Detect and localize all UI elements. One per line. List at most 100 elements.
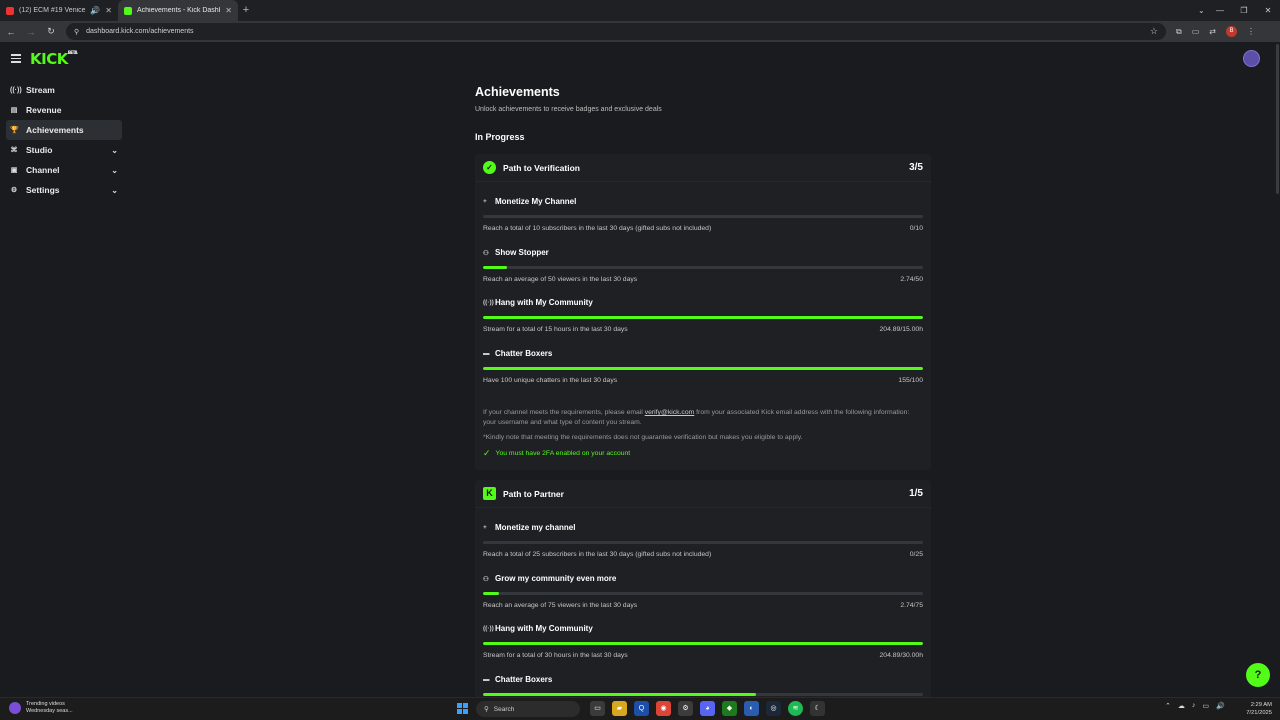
chevron-down-icon[interactable]: ⌄ bbox=[111, 186, 118, 195]
sidebar-item-label: Achievements bbox=[26, 125, 84, 135]
task-value: 155/100 bbox=[898, 377, 923, 384]
spotify-icon[interactable]: ≋ bbox=[788, 701, 803, 716]
chevron-down-icon[interactable]: ⌄ bbox=[111, 166, 118, 175]
progress-track bbox=[483, 266, 923, 269]
app-icon[interactable]: ⚙ bbox=[678, 701, 693, 716]
windows-start-icon[interactable] bbox=[457, 703, 468, 714]
windows-taskbar: Trending videos Wednesday seas... ⚲ Searc… bbox=[0, 697, 1280, 720]
achievement-task: ⚇ Show Stopper Reach an average of 50 vie… bbox=[483, 248, 923, 283]
note-text: If your channel meets the requirements, … bbox=[483, 409, 645, 416]
sidebar-item-label: Studio bbox=[26, 145, 53, 155]
speaker-icon[interactable]: 🔊 bbox=[90, 6, 100, 15]
card-header: K Path to Partner 1/5 bbox=[475, 480, 931, 508]
progress-track bbox=[483, 367, 923, 370]
task-title: Monetize my channel bbox=[495, 523, 576, 532]
window-controls: — ❐ ✕ bbox=[1208, 0, 1280, 21]
task-description: Reach an average of 50 viewers in the la… bbox=[483, 276, 638, 283]
requirement-text: You must have 2FA enabled on your accoun… bbox=[495, 450, 631, 457]
profile-avatar[interactable]: B bbox=[1225, 26, 1237, 37]
search-icon: ⚲ bbox=[484, 706, 489, 713]
reload-icon[interactable]: ↻ bbox=[46, 26, 56, 37]
support-chat-button[interactable]: ? bbox=[1246, 663, 1270, 687]
card-title: Path to Verification bbox=[503, 162, 580, 173]
new-tab-button[interactable]: + bbox=[238, 0, 254, 21]
steam-icon[interactable]: ◎ bbox=[766, 701, 781, 716]
address-toolbar: ← → ↻ ⚲ dashboard.kick.com/achievements … bbox=[0, 21, 1280, 42]
microphone-icon[interactable]: ♪ bbox=[1192, 702, 1196, 710]
menu-kebab-icon[interactable]: ⋮ bbox=[1247, 27, 1255, 36]
nvidia-icon[interactable]: ◆ bbox=[722, 701, 737, 716]
broadcast-icon: ((·)) bbox=[483, 299, 494, 306]
achievement-task: ⚇ Grow my community even more Reach an av… bbox=[483, 574, 923, 609]
task-title: Grow my community even more bbox=[495, 574, 617, 583]
sidebar-item-achievements[interactable]: 🏆 Achievements bbox=[6, 120, 122, 140]
close-window-icon[interactable]: ✕ bbox=[1256, 0, 1280, 21]
achievement-task: + Monetize my channel Reach a total of 25… bbox=[483, 523, 923, 558]
site-info-icon[interactable]: ⚲ bbox=[74, 28, 79, 36]
task-description: Stream for a total of 15 hours in the la… bbox=[483, 326, 628, 333]
task-description: Reach an average of 75 viewers in the la… bbox=[483, 602, 638, 609]
clock-time: 2:29 AM bbox=[1250, 702, 1272, 708]
extensions-icon[interactable]: ⧉ bbox=[1176, 27, 1182, 37]
close-tab-icon[interactable]: ✕ bbox=[105, 6, 112, 15]
close-tab-icon[interactable]: ✕ bbox=[225, 6, 232, 15]
task-description: Have 100 unique chatters in the last 30 … bbox=[483, 377, 618, 384]
chevron-down-icon[interactable]: ⌄ bbox=[111, 146, 118, 155]
check-icon: ✓ bbox=[483, 448, 491, 458]
task-description: Stream for a total of 30 hours in the la… bbox=[483, 652, 628, 659]
volume-icon[interactable]: 🔊 bbox=[1216, 702, 1225, 710]
bookmark-star-icon[interactable]: ☆ bbox=[1150, 26, 1158, 37]
task-title: Hang with My Community bbox=[495, 298, 593, 307]
clock-date: 7/21/2025 bbox=[1246, 710, 1272, 716]
cast-icon[interactable]: ⇄ bbox=[1209, 27, 1216, 36]
minimize-icon[interactable]: — bbox=[1208, 0, 1232, 21]
hamburger-menu-icon[interactable] bbox=[11, 54, 21, 65]
app-icon[interactable]: ☾ bbox=[810, 701, 825, 716]
progress-fill bbox=[483, 642, 923, 645]
page-scrollbar[interactable] bbox=[1276, 44, 1279, 194]
progress-track bbox=[483, 592, 923, 595]
sidebar-item-revenue[interactable]: ▤ Revenue bbox=[6, 100, 122, 120]
discord-icon[interactable]: ◕ bbox=[700, 701, 715, 716]
network-icon[interactable]: ▭ bbox=[1202, 702, 1209, 710]
verify-email-link[interactable]: verify@kick.com bbox=[645, 409, 695, 416]
progress-fill bbox=[483, 367, 923, 370]
chevron-up-icon[interactable]: ⌃ bbox=[1165, 702, 1171, 710]
url-text: dashboard.kick.com/achievements bbox=[86, 28, 194, 35]
forward-icon[interactable]: → bbox=[26, 27, 36, 37]
progress-fill bbox=[483, 693, 756, 696]
file-explorer-icon[interactable]: ▰ bbox=[612, 701, 627, 716]
sidebar-item-channel[interactable]: ▣ Channel ⌄ bbox=[6, 160, 122, 180]
card-progress-count: 1/5 bbox=[909, 488, 923, 499]
task-title: Monetize My Channel bbox=[495, 197, 577, 206]
tab-search-icon[interactable]: ⌄ bbox=[1198, 0, 1205, 21]
sidebar-item-studio[interactable]: ⌘ Studio ⌄ bbox=[6, 140, 122, 160]
browser-tab-kick[interactable]: Achievements - Kick Dashboard ✕ bbox=[118, 0, 238, 21]
restore-icon[interactable]: ❐ bbox=[1232, 0, 1256, 21]
plus-icon: + bbox=[483, 524, 487, 531]
viewers-icon: ⚇ bbox=[483, 249, 489, 257]
browser-tab-youtube[interactable]: (12) ECM #19 Venice Beach 🔊 ✕ bbox=[0, 0, 118, 21]
side-panel-icon[interactable]: ▭ bbox=[1192, 27, 1200, 36]
news-widget[interactable]: Trending videos Wednesday seas... bbox=[9, 701, 73, 715]
trophy-icon: 🏆 bbox=[10, 127, 19, 134]
user-avatar[interactable] bbox=[1243, 50, 1260, 67]
verification-instructions: If your channel meets the requirements, … bbox=[483, 408, 923, 428]
sidebar-item-settings[interactable]: ⚙ Settings ⌄ bbox=[6, 180, 122, 200]
url-bar[interactable]: ⚲ dashboard.kick.com/achievements ☆ bbox=[66, 23, 1166, 40]
sidebar-item-stream[interactable]: ((·)) Stream bbox=[6, 80, 122, 100]
page-subtitle: Unlock achievements to receive badges an… bbox=[475, 106, 662, 113]
taskbar-clock[interactable]: 2:29 AM 7/21/2025 bbox=[1240, 701, 1272, 717]
cloud-icon[interactable]: ☁ bbox=[1178, 702, 1185, 710]
kick-favicon-icon bbox=[124, 6, 132, 15]
card-title: Path to Partner bbox=[503, 488, 564, 499]
progress-fill bbox=[483, 266, 508, 269]
app-icon[interactable]: ◐ bbox=[744, 701, 759, 716]
widget-title: Trending videos bbox=[26, 701, 65, 707]
task-view-icon[interactable]: ▭ bbox=[590, 701, 605, 716]
taskbar-search[interactable]: ⚲ Search bbox=[476, 701, 580, 717]
chrome-icon[interactable]: ◉ bbox=[656, 701, 671, 716]
back-icon[interactable]: ← bbox=[6, 27, 16, 37]
kick-logo[interactable]: KICKBETA bbox=[30, 50, 78, 68]
app-icon[interactable]: Q bbox=[634, 701, 649, 716]
